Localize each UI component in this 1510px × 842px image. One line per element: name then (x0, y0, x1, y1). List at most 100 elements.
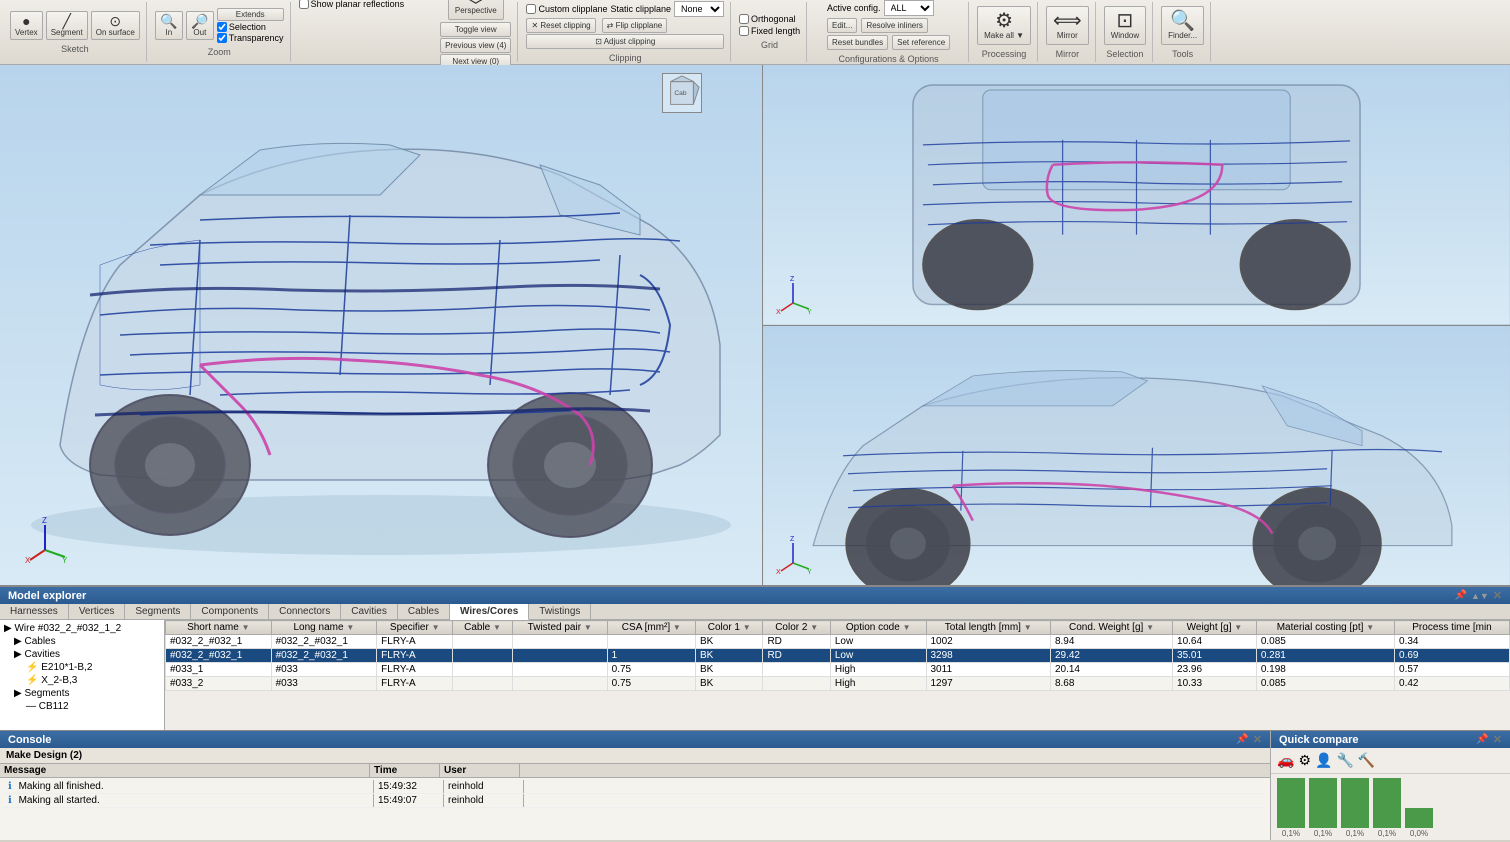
table-wrapper[interactable]: Short name ▼ Long name ▼ Specifier ▼ Cab… (165, 620, 1510, 730)
qc-pin[interactable]: 📌 (1476, 734, 1488, 745)
toggle-view-button[interactable]: Toggle view (440, 22, 511, 37)
main-viewport[interactable]: X Y Z Cab (0, 65, 762, 585)
tab-wires-cores[interactable]: Wires/Cores (450, 604, 529, 620)
tab-twistings[interactable]: Twistings (529, 604, 591, 619)
table-row[interactable]: #032_2_#032_1#032_2_#032_1FLRY-ABKRDLow1… (166, 635, 1510, 649)
qc-close[interactable]: ✕ (1493, 733, 1502, 746)
selection-label: Selection (229, 22, 266, 32)
console-close[interactable]: ✕ (1253, 733, 1262, 746)
flip-clipplane-button[interactable]: ⇄ Flip clipplane (602, 18, 668, 33)
active-config-select[interactable]: ALL (884, 0, 934, 16)
bottom-right-viewport[interactable]: X Y Z (763, 326, 1510, 586)
orthogonal-checkbox[interactable] (739, 14, 749, 24)
close-button[interactable]: ✕ (1493, 589, 1502, 602)
processing-label: Processing (982, 49, 1027, 59)
tree-item-wire[interactable]: ▶ Wire #032_2_#032_1_2 (2, 622, 162, 635)
console-pin[interactable]: 📌 (1236, 734, 1248, 745)
console-header: Console 📌 ✕ (0, 731, 1270, 748)
col-color1[interactable]: Color 1 ▼ (696, 621, 763, 635)
clipplane-select[interactable]: None (674, 1, 724, 17)
zoom-in-button[interactable]: 🔍 In (155, 11, 183, 40)
on-surface-button[interactable]: ⊙ On surface (91, 11, 140, 40)
mirror-button[interactable]: ⟺ Mirror (1046, 6, 1089, 45)
reset-bundles-button[interactable]: Reset bundles (827, 35, 888, 50)
tree-item-cables[interactable]: ▶ Cables (2, 635, 162, 648)
tree-item-x2b3[interactable]: ⚡ X_2-B,3 (2, 674, 162, 687)
cell-10: 29.42 (1050, 649, 1172, 663)
grid-group: Orthogonal Fixed length Grid (733, 2, 807, 62)
col-cond-weight[interactable]: Cond. Weight [g] ▼ (1050, 621, 1172, 635)
qc-bar-group: 0,1% (1277, 778, 1305, 838)
tab-cables[interactable]: Cables (398, 604, 450, 619)
col-csa[interactable]: CSA [mm²] ▼ (607, 621, 695, 635)
qc-icon-car: 🚗 (1277, 752, 1294, 769)
edit-label: Edit... (832, 21, 852, 30)
cell-13: 0.57 (1395, 663, 1510, 677)
col-process-time[interactable]: Process time [min (1395, 621, 1510, 635)
table-row[interactable]: #033_1#033FLRY-A0.75BKHigh301120.1423.96… (166, 663, 1510, 677)
adjust-clipping-button[interactable]: ⊡ Adjust clipping (526, 34, 724, 49)
col-color2[interactable]: Color 2 ▼ (763, 621, 830, 635)
reset-clipping-button[interactable]: ✕ Reset clipping (526, 18, 595, 33)
toggle-view-label: Toggle view (455, 25, 497, 34)
set-reference-button[interactable]: Set reference (892, 35, 950, 50)
tab-cavities[interactable]: Cavities (341, 604, 398, 619)
col-short-name[interactable]: Short name ▼ (166, 621, 272, 635)
extends-button[interactable]: Extends (217, 8, 284, 21)
previous-view-button[interactable]: Previous view (4) (440, 38, 511, 53)
tree-item-segments[interactable]: ▶ Segments (2, 687, 162, 700)
table-row[interactable]: #032_2_#032_1#032_2_#032_1FLRY-A1BKRDLow… (166, 649, 1510, 663)
col-material-costing[interactable]: Material costing [pt] ▼ (1256, 621, 1394, 635)
make-all-button[interactable]: ⚙ Make all ▼ (977, 6, 1031, 45)
cell-13: 0.42 (1395, 677, 1510, 691)
cell-5 (607, 635, 695, 649)
console-col-time: Time (370, 764, 440, 777)
vertex-button[interactable]: ● Vertex (10, 11, 43, 40)
table-row[interactable]: #033_2#033FLRY-A0.75BKHigh12978.6810.330… (166, 677, 1510, 691)
tab-vertices[interactable]: Vertices (69, 604, 126, 619)
active-config-label: Active config. (827, 3, 881, 13)
top-right-viewport[interactable]: X Y Z (763, 65, 1510, 325)
console-content[interactable]: ℹ Making all finished. 15:49:32 reinhold… (0, 778, 1270, 840)
finder-button[interactable]: 🔍 Finder... (1161, 6, 1204, 45)
tree-item-e210[interactable]: ⚡ E210*1-B,2 (2, 661, 162, 674)
cell-2: FLRY-A (377, 677, 453, 691)
show-planar-checkbox[interactable] (299, 0, 309, 9)
mirror-group: ⟺ Mirror Mirror (1040, 2, 1096, 62)
resize-handle[interactable]: ▲▼ (1471, 591, 1489, 601)
cell-0: #032_2_#032_1 (166, 635, 272, 649)
tab-segments[interactable]: Segments (125, 604, 191, 619)
edit-button[interactable]: Edit... (827, 18, 857, 33)
tab-connectors[interactable]: Connectors (269, 604, 341, 619)
cell-2: FLRY-A (377, 635, 453, 649)
svg-text:X: X (25, 556, 31, 565)
transparency-checkbox[interactable] (217, 33, 227, 43)
perspective-button[interactable]: ⬡ Perspective (448, 0, 504, 20)
tab-harnesses[interactable]: Harnesses (0, 604, 69, 619)
resolve-inliners-button[interactable]: Resolve inliners (861, 18, 927, 33)
cell-1: #033 (271, 677, 377, 691)
zoom-out-button[interactable]: 🔎 Out (186, 11, 214, 40)
segment-button[interactable]: ╱ Segment (46, 11, 88, 40)
custom-clipplane-checkbox[interactable] (526, 4, 536, 14)
selection-checkbox[interactable] (217, 22, 227, 32)
col-option-code[interactable]: Option code ▼ (830, 621, 926, 635)
svg-text:Y: Y (807, 569, 812, 575)
qc-bar-group: 0,1% (1309, 778, 1337, 838)
col-long-name[interactable]: Long name ▼ (271, 621, 377, 635)
col-weight[interactable]: Weight [g] ▼ (1173, 621, 1257, 635)
pin-icon[interactable]: 📌 (1455, 590, 1467, 601)
fixed-length-checkbox[interactable] (739, 26, 749, 36)
col-cable[interactable]: Cable ▼ (453, 621, 513, 635)
tab-components[interactable]: Components (191, 604, 269, 619)
col-specifier[interactable]: Specifier ▼ (377, 621, 453, 635)
tree-item-cavities[interactable]: ▶ Cavities (2, 648, 162, 661)
cell-5: 0.75 (607, 663, 695, 677)
finder-label: Finder... (1168, 31, 1197, 40)
cell-7 (763, 663, 830, 677)
window-button[interactable]: ⊡ Window (1104, 6, 1146, 45)
svg-text:Z: Z (790, 536, 795, 543)
col-twisted-pair[interactable]: Twisted pair ▼ (512, 621, 607, 635)
tree-item-cb112[interactable]: — CB112 (2, 700, 162, 713)
col-total-length[interactable]: Total length [mm] ▼ (926, 621, 1050, 635)
